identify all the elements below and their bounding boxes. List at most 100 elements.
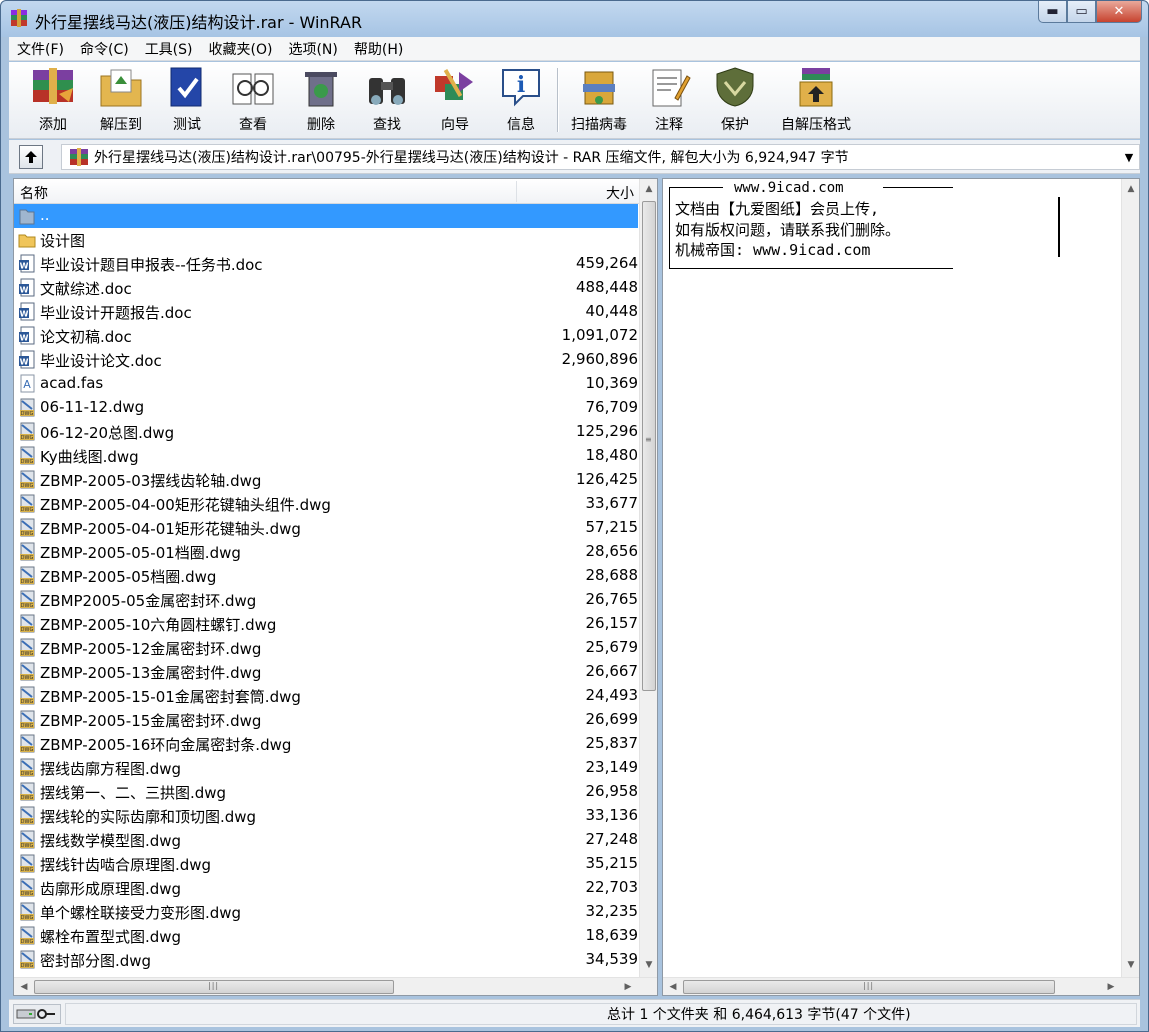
scroll-up-arrow-icon[interactable]: ▲: [1123, 181, 1139, 197]
info-button[interactable]: i 信息: [489, 64, 553, 136]
up-folder-button[interactable]: [19, 145, 43, 169]
file-name: 设计图: [40, 232, 86, 250]
wizard-button[interactable]: 向导: [423, 64, 487, 136]
list-vertical-scroll-thumb[interactable]: [642, 201, 656, 691]
menu-tools[interactable]: 工具(S): [137, 39, 201, 59]
svg-text:DWG: DWG: [21, 795, 34, 801]
file-row[interactable]: DWG ZBMP-2005-03摆线齿轮轴.dwg 126,425: [14, 468, 638, 492]
comment-header: www.9icad.com: [734, 180, 844, 196]
file-size: 1,091,072: [561, 326, 638, 344]
list-vertical-scrollbar[interactable]: ▲ ≡ ▼: [639, 179, 657, 977]
comment-horizontal-scrollbar[interactable]: ◀ ||| ▶: [663, 977, 1139, 995]
file-row[interactable]: DWG ZBMP-2005-16环向金属密封条.dwg 25,837: [14, 732, 638, 756]
file-size: 24,493: [585, 686, 639, 704]
view-button[interactable]: 查看: [221, 64, 285, 136]
svg-text:DWG: DWG: [21, 435, 34, 441]
dwg-file-icon: DWG: [20, 782, 35, 801]
test-button[interactable]: 测试: [155, 64, 219, 136]
file-row[interactable]: DWG Ky曲线图.dwg 18,480: [14, 444, 638, 468]
file-row[interactable]: DWG ZBMP-2005-05档圈.dwg 28,688: [14, 564, 638, 588]
toolbar-separator: [557, 68, 559, 132]
file-row[interactable]: W 毕业设计开题报告.doc 40,448: [14, 300, 638, 324]
close-button[interactable]: ✕: [1096, 1, 1142, 23]
list-horizontal-scrollbar[interactable]: ◀ ||| ▶: [14, 977, 657, 995]
menu-commands[interactable]: 命令(C): [72, 39, 137, 59]
file-row[interactable]: DWG 单个螺栓联接受力变形图.dwg 32,235: [14, 900, 638, 924]
info-icon: i: [502, 69, 540, 107]
file-size: 25,679: [585, 638, 639, 656]
file-size: 32,235: [585, 902, 639, 920]
extract-button[interactable]: 解压到: [89, 64, 153, 136]
file-row[interactable]: DWG 齿廓形成原理图.dwg 22,703: [14, 876, 638, 900]
protect-button[interactable]: 保护: [703, 64, 767, 136]
file-row[interactable]: W 论文初稿.doc 1,091,072: [14, 324, 638, 348]
file-size: 40,448: [585, 302, 639, 320]
maximize-button[interactable]: ▭: [1067, 1, 1096, 23]
scroll-right-arrow-icon[interactable]: ▶: [620, 979, 636, 995]
scroll-left-arrow-icon[interactable]: ◀: [16, 979, 32, 995]
comment-vertical-scrollbar[interactable]: ▲ ▼: [1121, 179, 1139, 977]
virus-scan-button[interactable]: 扫描病毒: [567, 64, 631, 136]
file-row[interactable]: DWG ZBMP2005-05金属密封环.dwg 26,765: [14, 588, 638, 612]
svg-text:DWG: DWG: [21, 747, 34, 753]
status-field: [65, 1003, 1137, 1025]
file-row[interactable]: DWG 06-11-12.dwg 76,709: [14, 396, 638, 420]
title-bar[interactable]: 外行星摆线马达(液压)结构设计.rar - WinRAR ▬ ▭ ✕: [1, 1, 1148, 37]
file-row[interactable]: W 毕业设计论文.doc 2,960,896: [14, 348, 638, 372]
find-button[interactable]: 查找: [355, 64, 419, 136]
parent-folder-row[interactable]: ..: [14, 204, 638, 228]
file-row[interactable]: DWG ZBMP-2005-04-01矩形花键轴头.dwg 57,215: [14, 516, 638, 540]
file-row[interactable]: DWG ZBMP-2005-13金属密封件.dwg 26,667: [14, 660, 638, 684]
scroll-up-arrow-icon[interactable]: ▲: [641, 181, 657, 197]
folder-row[interactable]: 设计图: [14, 228, 638, 252]
file-row[interactable]: DWG ZBMP-2005-10六角圆柱螺钉.dwg 26,157: [14, 612, 638, 636]
menu-favorites[interactable]: 收藏夹(O): [201, 39, 281, 59]
scroll-right-arrow-icon[interactable]: ▶: [1103, 979, 1119, 995]
file-name: 摆线轮的实际齿廓和顶切图.dwg: [40, 808, 257, 826]
column-divider[interactable]: [516, 181, 517, 202]
file-row[interactable]: W 文献综述.doc 488,448: [14, 276, 638, 300]
extract-folder-icon: [100, 69, 142, 107]
file-size: 26,958: [585, 782, 639, 800]
file-row[interactable]: DWG ZBMP-2005-15金属密封环.dwg 26,699: [14, 708, 638, 732]
dwg-file-icon: DWG: [20, 614, 35, 633]
file-row[interactable]: DWG 摆线针齿啮合原理图.dwg 35,215: [14, 852, 638, 876]
column-header-name[interactable]: 名称: [20, 183, 48, 203]
menu-options[interactable]: 选项(N): [280, 39, 345, 59]
file-row[interactable]: DWG ZBMP-2005-15-01金属密封套筒.dwg 24,493: [14, 684, 638, 708]
dwg-file-icon: DWG: [20, 590, 35, 609]
address-field[interactable]: 外行星摆线马达(液压)结构设计.rar\00795-外行星摆线马达(液压)结构设…: [61, 144, 1140, 170]
file-row[interactable]: DWG 摆线第一、二、三拱图.dwg 26,958: [14, 780, 638, 804]
find-label: 查找: [373, 117, 401, 133]
scroll-left-arrow-icon[interactable]: ◀: [665, 979, 681, 995]
file-row[interactable]: DWG ZBMP-2005-04-00矩形花键轴头组件.dwg 33,677: [14, 492, 638, 516]
file-row[interactable]: DWG 密封部分图.dwg 34,539: [14, 948, 638, 972]
scroll-down-arrow-icon[interactable]: ▼: [641, 957, 657, 973]
delete-button[interactable]: 删除: [289, 64, 353, 136]
drive-key-icon[interactable]: [13, 1004, 61, 1024]
file-name: 齿廓形成原理图.dwg: [40, 880, 182, 898]
file-name: ZBMP-2005-04-00矩形花键轴头组件.dwg: [40, 496, 331, 514]
grip-icon: |||: [863, 981, 875, 990]
file-row[interactable]: DWG ZBMP-2005-12金属密封环.dwg 25,679: [14, 636, 638, 660]
file-row[interactable]: W 毕业设计题目申报表--任务书.doc 459,264: [14, 252, 638, 276]
menu-file[interactable]: 文件(F): [9, 39, 72, 59]
svg-text:i: i: [517, 72, 525, 98]
file-row[interactable]: DWG 摆线数学模型图.dwg 27,248: [14, 828, 638, 852]
scroll-down-arrow-icon[interactable]: ▼: [1123, 957, 1139, 973]
file-row[interactable]: DWG ZBMP-2005-05-01档圈.dwg 28,656: [14, 540, 638, 564]
add-button[interactable]: 添加: [21, 64, 85, 136]
comment-button[interactable]: 注释: [637, 64, 701, 136]
file-row[interactable]: DWG 摆线轮的实际齿廓和顶切图.dwg 33,136: [14, 804, 638, 828]
chevron-down-icon[interactable]: ▼: [1119, 151, 1139, 164]
file-row[interactable]: DWG 螺栓布置型式图.dwg 18,639: [14, 924, 638, 948]
file-row[interactable]: DWG 摆线齿廓方程图.dwg 23,149: [14, 756, 638, 780]
menu-help[interactable]: 帮助(H): [346, 39, 411, 59]
sfx-button[interactable]: 自解压格式: [779, 64, 853, 136]
minimize-button[interactable]: ▬: [1038, 1, 1067, 23]
file-row[interactable]: DWG 06-12-20总图.dwg 125,296: [14, 420, 638, 444]
file-row[interactable]: Aacad.fas 10,369: [14, 372, 638, 396]
extract-label: 解压到: [100, 117, 142, 133]
svg-text:DWG: DWG: [21, 939, 34, 945]
column-header-size[interactable]: 大小: [606, 183, 634, 203]
